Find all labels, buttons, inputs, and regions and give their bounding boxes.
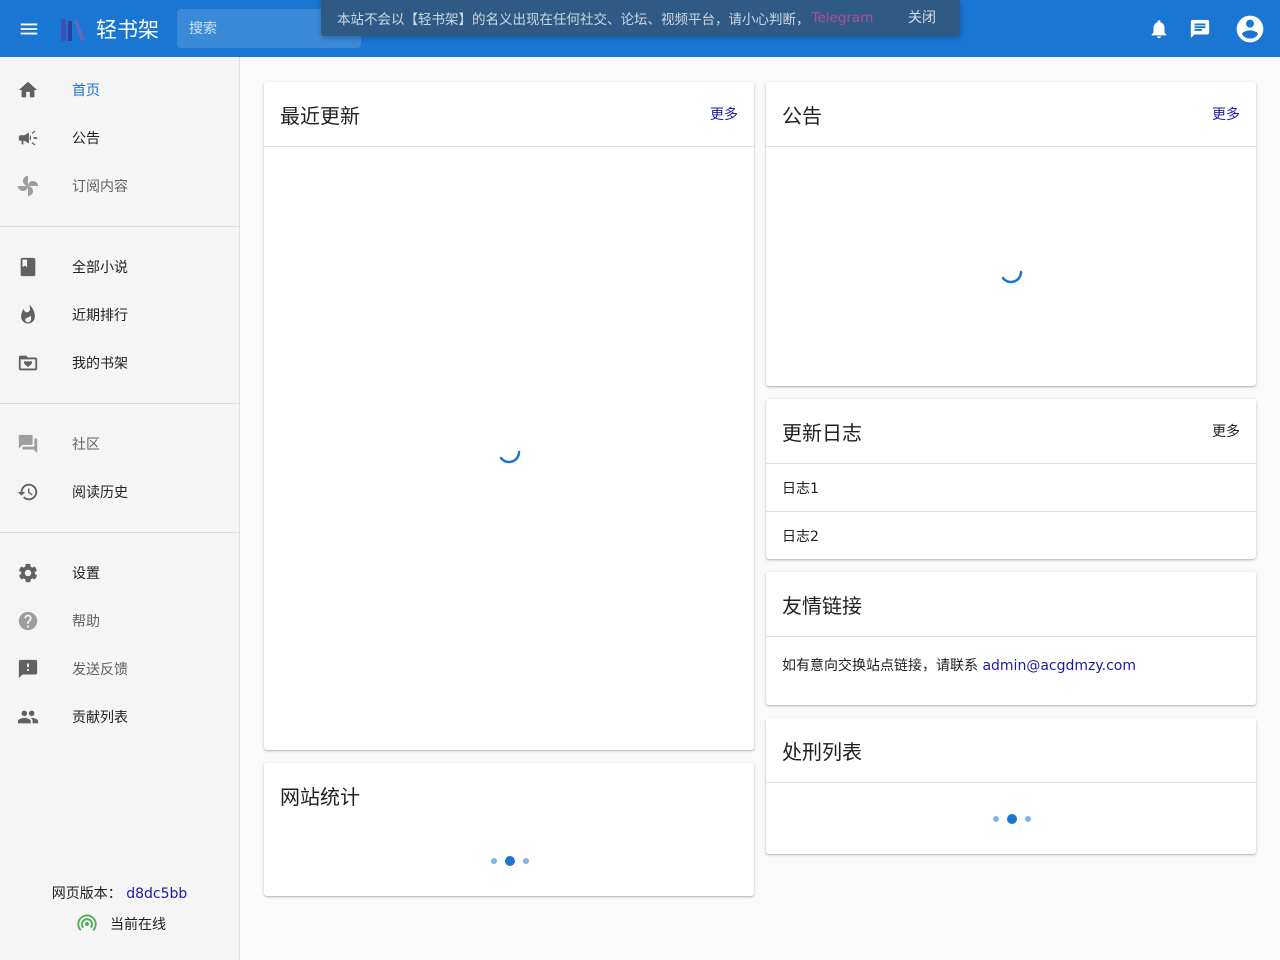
card-title: 最近更新 [280, 103, 360, 128]
punishment-list-card: 处刑列表 [766, 718, 1256, 854]
sidebar-item-label: 设置 [72, 566, 100, 582]
help-icon [18, 611, 38, 631]
online-status: 当前在线 [76, 913, 166, 935]
sidebar-item-contributors[interactable]: 贡献列表 [0, 693, 239, 741]
feedback-icon [18, 659, 38, 679]
menu-icon [20, 23, 38, 34]
fire-icon [21, 304, 35, 324]
card-title: 公告 [782, 103, 822, 128]
home-icon [18, 81, 38, 98]
sidebar-item-my-shelf[interactable]: 我的书架 [0, 339, 239, 387]
site-stats-card: 网站统计 [264, 763, 754, 896]
sidebar-item-label: 发送反馈 [72, 662, 128, 678]
sidebar-divider [0, 403, 239, 404]
sidebar-item-feedback[interactable]: 发送反馈 [0, 645, 239, 693]
changelog-card: 更新日志 更多 日志1 日志2 [766, 399, 1256, 559]
megaphone-icon [18, 130, 38, 146]
book-icon [20, 257, 36, 277]
notice-more-link[interactable]: 更多 [1212, 104, 1240, 124]
forum-icon [18, 434, 38, 454]
sidebar-divider [0, 226, 239, 227]
folder-heart-icon [18, 355, 38, 371]
sidebar-item-history[interactable]: 阅读历史 [0, 468, 239, 516]
snackbar-close-button[interactable]: 关闭 [908, 0, 936, 36]
friend-links-text: 如有意向交换站点链接，请联系 admin@acgdmzy.com [766, 637, 1256, 675]
list-item[interactable]: 日志2 [766, 512, 1256, 560]
sidebar-item-notice[interactable]: 公告 [0, 114, 239, 162]
sidebar-item-label: 我的书架 [72, 356, 128, 372]
loading-spinner-icon [1001, 270, 1023, 284]
sidebar-item-all-novels[interactable]: 全部小说 [0, 243, 239, 291]
message-icon [1190, 19, 1209, 38]
notifications-button[interactable] [1138, 0, 1179, 57]
bell-icon [1151, 19, 1166, 38]
app-logo[interactable]: 轻书架 [58, 0, 159, 57]
sidebar-item-label: 首页 [72, 83, 100, 99]
version-value[interactable]: d8dc5bb [126, 886, 187, 902]
account-circle-icon [1236, 15, 1264, 42]
changelog-more-link[interactable]: 更多 [1212, 421, 1240, 441]
messages-button[interactable] [1179, 0, 1220, 57]
sidebar-item-community[interactable]: 社区 [0, 420, 239, 468]
sidebar-item-label: 帮助 [72, 614, 100, 630]
people-icon [17, 710, 39, 724]
card-title: 友情链接 [782, 593, 862, 618]
sidebar-item-settings[interactable]: 设置 [0, 549, 239, 597]
sidebar: 首页 公告 订阅内容 全部小说 近期排行 我的书架 社区 阅读历史 设置 帮助 [0, 57, 240, 960]
sidebar-item-label: 订阅内容 [72, 179, 128, 195]
sidebar-item-label: 全部小说 [72, 260, 128, 276]
loading-dots-icon [993, 814, 1031, 824]
card-title: 处刑列表 [782, 739, 862, 764]
contact-email-link[interactable]: admin@acgdmzy.com [982, 658, 1136, 674]
sidebar-item-label: 阅读历史 [72, 485, 128, 501]
online-signal-icon [77, 914, 97, 931]
notice-card: 公告 更多 [766, 82, 1256, 386]
sidebar-item-label: 近期排行 [72, 308, 128, 324]
friend-links-card: 友情链接 如有意向交换站点链接，请联系 admin@acgdmzy.com [766, 572, 1256, 705]
sidebar-item-label: 社区 [72, 437, 100, 453]
card-title: 更新日志 [782, 420, 862, 445]
account-button[interactable] [1220, 0, 1280, 57]
sidebar-item-label: 公告 [72, 131, 100, 147]
web-version: 网页版本： d8dc5bb [0, 883, 239, 903]
sidebar-item-home[interactable]: 首页 [0, 66, 239, 114]
sidebar-item-subscriptions[interactable]: 订阅内容 [0, 162, 239, 210]
sidebar-item-label: 贡献列表 [72, 710, 128, 726]
gear-icon [18, 563, 38, 583]
loading-dots-icon [491, 856, 529, 866]
online-status-label: 当前在线 [110, 917, 166, 933]
telegram-link[interactable]: Telegram [812, 10, 874, 26]
sidebar-item-help[interactable]: 帮助 [0, 597, 239, 645]
card-title: 网站统计 [280, 785, 360, 809]
loading-spinner-icon [499, 450, 521, 464]
logo-icon [61, 18, 85, 41]
pinwheel-icon [17, 175, 39, 197]
version-label: 网页版本： [51, 886, 122, 902]
recent-updates-card: 最近更新 更多 [264, 82, 754, 750]
friend-links-message: 如有意向交换站点链接，请联系 [782, 658, 983, 674]
history-icon [17, 483, 38, 501]
menu-button[interactable] [0, 0, 58, 57]
recent-more-link[interactable]: 更多 [710, 104, 738, 124]
app-title: 轻书架 [96, 17, 159, 42]
warning-snackbar: 本站不会以【轻书架】的名义出现在任何社交、论坛、视频平台，请小心判断， Teleg… [321, 0, 960, 36]
list-item[interactable]: 日志1 [766, 464, 1256, 512]
sidebar-divider [0, 532, 239, 533]
snackbar-message: 本站不会以【轻书架】的名义出现在任何社交、论坛、视频平台，请小心判断， [337, 12, 810, 28]
sidebar-item-ranking[interactable]: 近期排行 [0, 291, 239, 339]
